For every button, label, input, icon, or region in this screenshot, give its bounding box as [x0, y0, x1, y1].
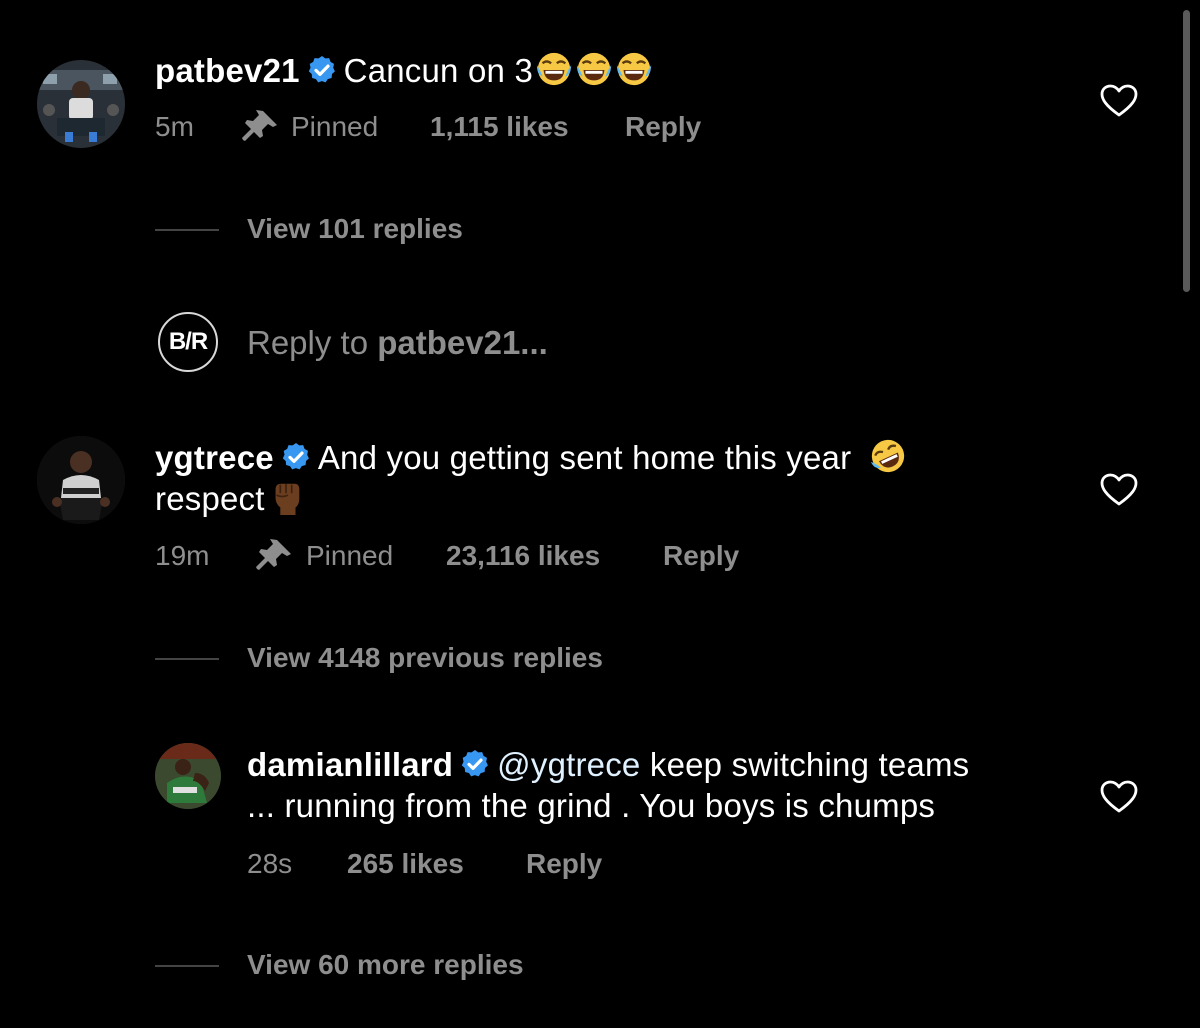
- comment-meta-damianlillard: 28s 265 likes Reply: [247, 847, 847, 883]
- view-replies-divider: [155, 965, 219, 967]
- view-replies-link[interactable]: View 101 replies: [247, 212, 463, 246]
- br-logo-text: B/R: [168, 328, 208, 355]
- comment-body-damianlillard: damianlillard @ygtrece keep switching tea…: [247, 744, 969, 826]
- heart-outline-icon[interactable]: [1100, 473, 1138, 507]
- avatar-ygtrece-image: [37, 436, 125, 524]
- view-more-replies-link[interactable]: View 60 more replies: [247, 948, 524, 982]
- reply-button[interactable]: Reply: [625, 110, 701, 144]
- reply-composer-prefix: Reply to: [247, 324, 369, 361]
- comment-body-patbev21: patbev21 Cancun on 3: [155, 50, 653, 91]
- comment-line-1: ygtrece And you getting sent home this ye…: [155, 437, 907, 478]
- comment-body-ygtrece: ygtrece And you getting sent home this ye…: [155, 437, 907, 519]
- view-replies-link[interactable]: View 4148 previous replies: [247, 641, 603, 675]
- avatar-damianlillard[interactable]: [155, 743, 221, 809]
- pin-icon: [242, 110, 277, 141]
- rolling-on-the-floor-laughing-icon: [870, 439, 904, 473]
- verified-badge-icon: [461, 750, 489, 777]
- avatar-ygtrece[interactable]: [37, 436, 125, 524]
- view-replies-row[interactable]: View 101 replies: [155, 212, 655, 246]
- comment-line-2: respect: [155, 478, 907, 519]
- pinned-label: Pinned: [291, 111, 379, 142]
- reply-button[interactable]: Reply: [526, 847, 602, 881]
- username-ygtrece[interactable]: ygtrece: [155, 439, 274, 476]
- reply-composer-target: patbev21...: [377, 324, 548, 361]
- br-avatar: B/R: [158, 312, 218, 372]
- likes-count[interactable]: 1,115 likes: [430, 110, 569, 144]
- pin-icon: [256, 539, 291, 570]
- comment-line-1: damianlillard @ygtrece keep switching tea…: [247, 744, 969, 785]
- likes-count[interactable]: 23,116 likes: [446, 539, 600, 573]
- comment-text-line-2: respect: [155, 480, 265, 517]
- comment-text-line-2: ... running from the grind . You boys is…: [247, 787, 936, 824]
- username-patbev21[interactable]: patbev21: [155, 52, 300, 89]
- scrollbar-thumb[interactable]: [1183, 10, 1190, 292]
- comment-meta-ygtrece: 19m Pinned 23,116 likes Reply: [155, 539, 855, 575]
- comment-text-line-1: keep switching teams: [649, 746, 970, 783]
- avatar-patbev21[interactable]: [37, 60, 125, 148]
- face-with-tears-of-joy-icon: [576, 52, 612, 86]
- raised-fist-dark-skin-tone-icon: [275, 483, 299, 516]
- view-more-replies-row[interactable]: View 60 more replies: [155, 948, 675, 982]
- comment-line-2: ... running from the grind . You boys is…: [247, 785, 969, 826]
- face-with-tears-of-joy-icon: [616, 52, 652, 86]
- comment-time: 5m: [155, 111, 194, 142]
- comment-meta-patbev21: 5m Pinned 1,115 likes Reply: [155, 110, 855, 146]
- likes-count[interactable]: 265 likes: [347, 847, 464, 881]
- comment-time: 28s: [247, 848, 293, 879]
- mention-link[interactable]: @ygtrece: [497, 746, 640, 783]
- face-with-tears-of-joy-icon: [536, 52, 572, 86]
- comment-time: 19m: [155, 540, 210, 571]
- pinned-label: Pinned: [306, 540, 394, 571]
- avatar-damianlillard-image: [155, 743, 221, 809]
- heart-outline-icon[interactable]: [1100, 84, 1138, 118]
- heart-outline-icon[interactable]: [1100, 780, 1138, 814]
- comment-text-patbev21: Cancun on 3: [343, 52, 534, 89]
- reply-button[interactable]: Reply: [663, 539, 739, 573]
- verified-badge-icon: [282, 443, 309, 470]
- username-damianlillard[interactable]: damianlillard: [247, 746, 453, 783]
- avatar-patbev21-image: [37, 60, 125, 148]
- view-replies-divider: [155, 658, 219, 660]
- reply-composer-input[interactable]: Reply to patbev21...: [247, 322, 548, 363]
- comment-text-line-1: And you getting sent home this year: [317, 439, 852, 476]
- view-replies-divider: [155, 229, 219, 231]
- view-replies-row[interactable]: View 4148 previous replies: [155, 641, 715, 675]
- verified-badge-icon: [308, 56, 335, 83]
